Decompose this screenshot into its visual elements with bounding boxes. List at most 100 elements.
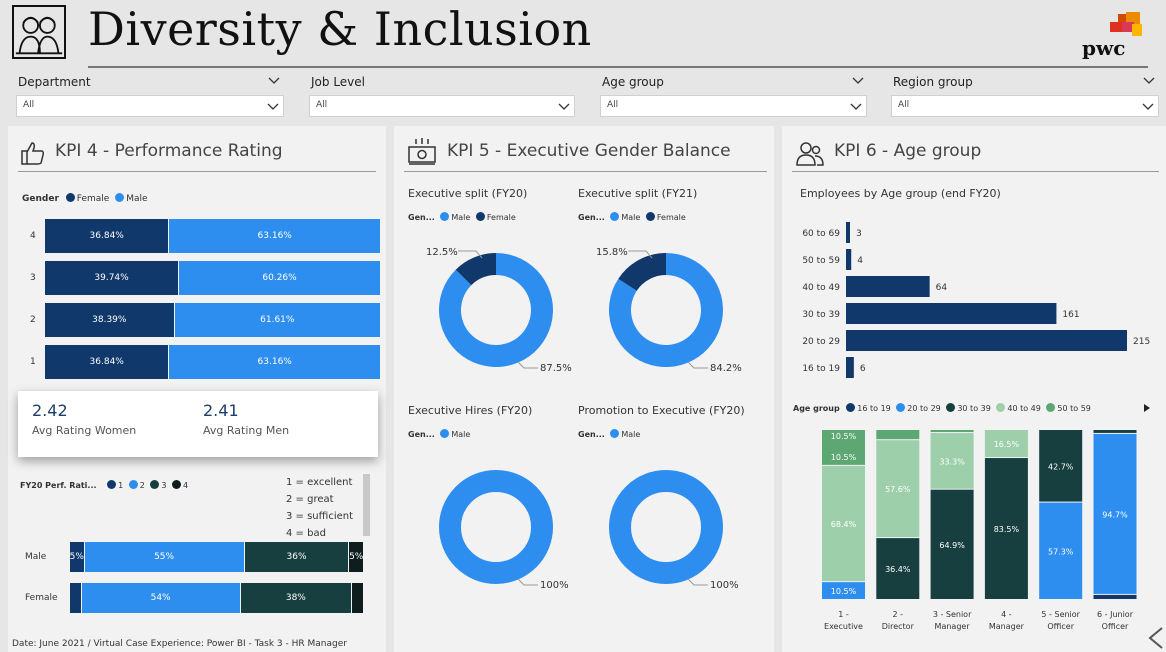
age-segment[interactable]	[876, 430, 920, 440]
filter-age-group[interactable]: Age group All	[600, 72, 867, 118]
age-segment[interactable]	[1093, 430, 1137, 433]
age-bar[interactable]	[846, 222, 850, 243]
legend-item: 30 to 39	[957, 404, 991, 413]
perf-bar[interactable]: 54% 38%	[70, 583, 364, 613]
rating-row-label: 4	[30, 231, 36, 241]
male-slice[interactable]	[609, 470, 723, 584]
male-slice[interactable]	[439, 470, 553, 584]
avg-rating-men-label: Avg Rating Men	[203, 424, 290, 437]
age-tick-label: 16 to 19	[802, 364, 840, 374]
stacked-column[interactable]: 94.7% 6 - Junior Officer	[1093, 430, 1137, 631]
rating-row-label: 2	[30, 315, 36, 325]
perf-segment: 55%	[84, 542, 244, 572]
rating-bar[interactable]: 36.84% 63.16%	[45, 219, 380, 253]
age-bar[interactable]	[846, 330, 1127, 351]
employees-by-age-chart[interactable]: 60 to 69 3 50 to 59 4 40 to 49 64 30 to 39 161 2…	[782, 126, 1166, 396]
column-label: Officer	[1047, 622, 1074, 631]
column-label: 3 - Senior	[933, 610, 972, 619]
stacked-column[interactable]: 64.9% 33.3% 3 - Senior Manager	[930, 430, 974, 631]
rating-bar[interactable]: 36.84% 63.16%	[45, 345, 380, 379]
donut-chart[interactable]: 15.8% 84.2%	[596, 247, 742, 374]
male-data-label: 100%	[540, 580, 569, 591]
age-bar[interactable]	[846, 303, 1057, 324]
chevron-down-icon[interactable]	[268, 74, 280, 86]
chevron-down-icon[interactable]	[852, 74, 864, 86]
column-label: 5 - Senior	[1041, 610, 1080, 619]
donut-chart[interactable]: 100%	[609, 470, 739, 591]
age-bar[interactable]	[846, 276, 930, 297]
rating-bar[interactable]: 39.74% 60.26%	[45, 261, 380, 295]
gender-legend[interactable]: Gender Female Male	[22, 193, 148, 204]
filter-label: Age group	[602, 75, 664, 89]
filter-dropdown[interactable]: All	[309, 95, 575, 117]
filter-label: Job Level	[311, 75, 365, 89]
chevron-down-icon[interactable]	[1143, 74, 1155, 86]
age-group-legend[interactable]: Age group 16 to 19 20 to 29 30 to 39 40 …	[793, 403, 1091, 413]
legend-item: Female	[76, 194, 110, 204]
age-tick-label: 50 to 59	[802, 256, 840, 266]
filter-dropdown[interactable]: All	[600, 95, 867, 117]
age-group-by-level-chart[interactable]: 10.5% 68.4% 10.5% 10.5% 1 - Executive 36.4% 57…	[782, 416, 1166, 652]
leader-line	[517, 578, 538, 586]
avg-rating-card: 2.42 Avg Rating Women 2.41 Avg Rating Me…	[18, 391, 378, 457]
stacked-column[interactable]: 83.5% 16.5% 4 - Manager	[984, 430, 1028, 631]
stacked-column[interactable]: 57.3% 42.7% 5 - Senior Officer	[1039, 430, 1083, 631]
legend-swatch	[996, 403, 1006, 412]
scrollbar[interactable]	[363, 474, 370, 536]
filter-dropdown[interactable]: All	[891, 95, 1159, 117]
age-bar-value: 6	[860, 364, 866, 374]
female-segment: 39.74%	[45, 261, 179, 295]
stacked-column[interactable]: 10.5% 68.4% 10.5% 10.5% 1 - Executive	[822, 430, 865, 631]
age-segment[interactable]	[1093, 594, 1137, 599]
legend-item: 2	[139, 481, 145, 490]
age-bar-value: 161	[1062, 310, 1079, 320]
legend-item: Male	[126, 194, 148, 204]
male-data-label: 84.2%	[710, 363, 742, 374]
segment-label: 10.5%	[831, 453, 857, 462]
segment-label: 94.7%	[1102, 510, 1128, 519]
column-label: 4 -	[1001, 610, 1012, 619]
perf-bar[interactable]: 5% 55% 36% 5%	[70, 542, 364, 572]
legend-swatch	[128, 480, 138, 489]
executive-donut-charts[interactable]: 12.5% 87.5% 15.8% 84.2% 100% 100%	[394, 126, 774, 652]
leader-line	[687, 361, 708, 369]
legend-item: 40 to 49	[1007, 404, 1041, 413]
age-bar[interactable]	[846, 249, 852, 270]
header-divider	[88, 66, 1148, 68]
perf-rating-legend[interactable]: FY20 Perf. Rati... 1 2 3 4	[20, 480, 188, 490]
legend-swatch	[107, 480, 117, 489]
legend-swatch	[896, 403, 906, 412]
legend-swatch	[946, 403, 956, 412]
rating-scale-item: 1 = excellent	[286, 477, 353, 488]
filter-region-group[interactable]: Region group All	[891, 72, 1159, 118]
back-arrow-icon[interactable]	[1146, 626, 1166, 650]
male-segment: 61.61%	[174, 303, 380, 337]
donut-chart[interactable]: 12.5% 87.5%	[426, 247, 572, 374]
filter-job-level[interactable]: Job Level All	[309, 72, 575, 118]
legend-swatch	[65, 193, 75, 202]
kpi4-title: KPI 4 - Performance Rating	[55, 141, 283, 161]
report-header: Diversity & Inclusion pwc	[0, 0, 1166, 68]
rating-scale-legend: 1 = excellent 2 = great 3 = sufficient 4…	[286, 474, 353, 542]
stacked-column[interactable]: 36.4% 57.6% 2 - Director	[876, 430, 920, 631]
filter-department[interactable]: Department All	[16, 72, 284, 118]
legend-swatch	[150, 480, 160, 489]
perf-segment	[352, 583, 363, 613]
chevron-down-icon	[267, 103, 279, 110]
age-bar[interactable]	[846, 357, 854, 378]
female-data-label: 15.8%	[596, 247, 628, 258]
rating-bar[interactable]: 38.39% 61.61%	[45, 303, 380, 337]
legend-item: 20 to 29	[907, 404, 941, 413]
age-segment[interactable]	[930, 430, 974, 433]
legend-next-icon[interactable]	[1142, 403, 1152, 413]
perf-segment: 5%	[349, 542, 363, 572]
avg-rating-women-label: Avg Rating Women	[32, 424, 137, 437]
filter-dropdown[interactable]: All	[16, 95, 284, 117]
age-tick-label: 30 to 39	[802, 310, 840, 320]
legend-swatch	[172, 480, 181, 489]
donut-chart[interactable]: 100%	[439, 470, 569, 591]
legend-item: 50 to 59	[1057, 404, 1091, 413]
column-label: Manager	[989, 622, 1025, 631]
segment-label: 57.3%	[1048, 547, 1074, 556]
kpi4-divider	[18, 171, 376, 172]
